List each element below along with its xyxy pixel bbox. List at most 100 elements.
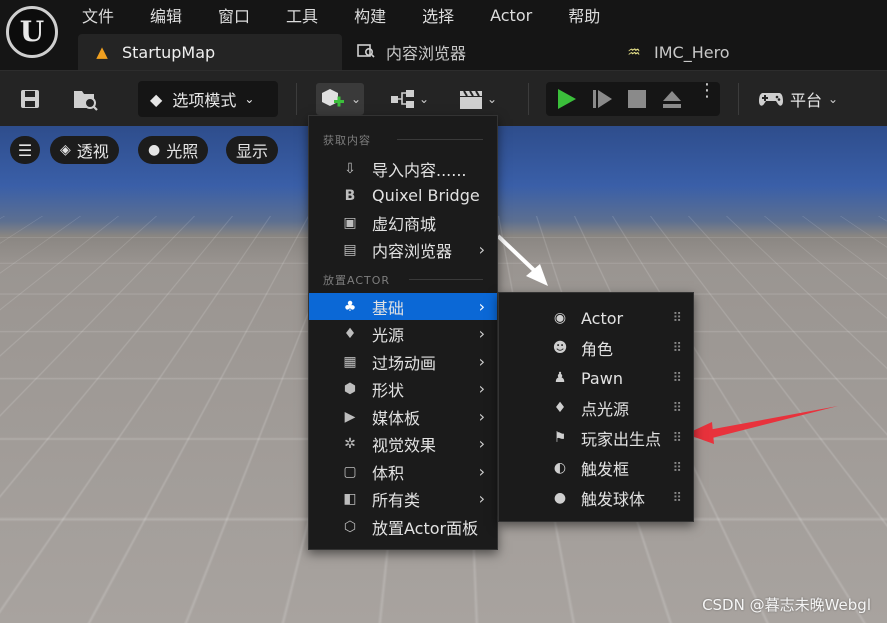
toolbar-separator: [528, 83, 529, 115]
menu-item-label: 所有类: [372, 490, 421, 510]
chevron-down-icon: ⌄: [418, 92, 430, 106]
submenu-item-label: 触发球体: [581, 490, 646, 509]
submenu-item-trigger-sphere[interactable]: ● 触发球体 ⠿: [499, 484, 693, 512]
menu-item-import[interactable]: ⇩ 导入内容......: [309, 155, 497, 182]
play-options-button[interactable]: ⋮: [698, 82, 716, 100]
tab-content-browser[interactable]: 内容浏览器: [342, 34, 610, 70]
tab-label: 内容浏览器: [386, 44, 467, 63]
trigger-sphere-icon: ●: [553, 490, 567, 506]
tab-startupmap[interactable]: ▲ StartupMap: [78, 34, 342, 70]
eject-button[interactable]: [660, 88, 684, 114]
menu-item-content-browser[interactable]: ▤ 内容浏览器 ›: [309, 236, 497, 263]
platform-dropdown[interactable]: 平台 ⌄: [758, 83, 838, 115]
section-divider: [397, 139, 483, 140]
selection-mode-label: 选项模式: [172, 91, 237, 110]
drag-handle-icon[interactable]: ⠿: [672, 371, 681, 386]
chevron-right-icon: ›: [478, 462, 485, 481]
menu-item-basic[interactable]: ♣ 基础 ›: [309, 293, 497, 320]
add-content-button[interactable]: ⌄: [316, 83, 364, 115]
section-get-content: 获取内容: [323, 134, 371, 147]
save-button[interactable]: [16, 85, 44, 113]
menu-item-label: 虚幻商城: [372, 214, 437, 234]
menu-item-vfx[interactable]: ✲ 视觉效果 ›: [309, 430, 497, 457]
menu-item-label: 基础: [372, 298, 405, 318]
chevron-right-icon: ›: [478, 240, 485, 259]
trigger-box-icon: ◐: [553, 460, 567, 476]
menu-item-place-actor-panel[interactable]: ⬡ 放置Actor面板: [309, 513, 497, 540]
drag-handle-icon[interactable]: ⠿: [672, 311, 681, 326]
menu-item-label: 过场动画: [372, 353, 437, 373]
menu-item-label: 光源: [372, 325, 405, 345]
vfx-icon: ✲: [344, 435, 356, 452]
menu-actor[interactable]: Actor: [490, 6, 532, 25]
submenu-item-point-light[interactable]: ♦ 点光源 ⠿: [499, 394, 693, 422]
advance-frame-button[interactable]: [590, 87, 614, 115]
menu-item-label: 视觉效果: [372, 435, 437, 455]
selection-mode-icon: ◆: [150, 89, 163, 109]
cinematics-button[interactable]: ⌄: [452, 83, 502, 115]
drag-handle-icon[interactable]: ⠿: [672, 491, 681, 506]
menu-item-shapes[interactable]: ⬢ 形状 ›: [309, 375, 497, 402]
menu-item-media[interactable]: ▶ 媒体板 ›: [309, 403, 497, 430]
section-place-actor: 放置ACTOR: [323, 274, 391, 287]
blueprint-button[interactable]: ⌄: [384, 83, 434, 115]
tab-imc-hero[interactable]: ♒ IMC_Hero: [610, 34, 810, 70]
drag-handle-icon[interactable]: ⠿: [672, 431, 681, 446]
stop-button[interactable]: [626, 88, 648, 114]
point-light-icon: ♦: [553, 400, 567, 416]
menu-help[interactable]: 帮助: [568, 3, 600, 27]
menu-edit[interactable]: 编辑: [150, 3, 182, 27]
menu-file[interactable]: 文件: [82, 3, 114, 27]
all-classes-icon: ◧: [343, 490, 357, 507]
selection-mode-dropdown[interactable]: ◆ 选项模式 ⌄: [138, 81, 278, 117]
menu-item-quixel-bridge[interactable]: B Quixel Bridge: [309, 182, 497, 209]
gamepad-icon: [759, 93, 783, 106]
submenu-item-trigger-box[interactable]: ◐ 触发框 ⠿: [499, 454, 693, 482]
chevron-right-icon: ›: [478, 379, 485, 398]
white-arrow: [496, 234, 548, 286]
content-browser-icon: ▤: [343, 241, 357, 258]
menu-tools[interactable]: 工具: [286, 3, 318, 27]
chevron-down-icon: ⌄: [350, 92, 362, 106]
submenu-item-character[interactable]: ☻ 角色 ⠿: [499, 334, 693, 362]
menu-window[interactable]: 窗口: [218, 3, 250, 27]
content-browser-icon: [356, 42, 376, 62]
menu-item-lights[interactable]: ♦ 光源 ›: [309, 320, 497, 347]
browse-button[interactable]: [70, 85, 100, 113]
chevron-down-icon: ⌄: [244, 92, 255, 106]
chevron-right-icon: ›: [478, 324, 485, 343]
drag-handle-icon[interactable]: ⠿: [672, 461, 681, 476]
basic-icon: ♣: [343, 298, 357, 315]
menu-item-volumes[interactable]: ▢ 体积 ›: [309, 458, 497, 485]
submenu-item-player-start[interactable]: ⚑ 玩家出生点 ⠿: [499, 424, 693, 452]
menu-item-marketplace[interactable]: ▣ 虚幻商城: [309, 209, 497, 236]
menu-item-cinematic[interactable]: ▦ 过场动画 ›: [309, 348, 497, 375]
menu-item-label: 导入内容......: [372, 160, 467, 180]
actor-icon: ◉: [553, 310, 567, 326]
drag-handle-icon[interactable]: ⠿: [672, 401, 681, 416]
submenu-item-label: 玩家出生点: [581, 430, 662, 449]
drag-handle-icon[interactable]: ⠿: [672, 341, 681, 356]
menu-item-label: 内容浏览器: [372, 241, 453, 261]
submenu-item-actor[interactable]: ◉ Actor ⠿: [499, 304, 693, 332]
menu-item-label: 媒体板: [372, 408, 421, 428]
submenu-item-label: 点光源: [581, 400, 630, 419]
submenu-item-label: Pawn: [581, 368, 623, 388]
add-actor-icon: [321, 89, 344, 107]
menu-item-all-classes[interactable]: ◧ 所有类 ›: [309, 485, 497, 512]
unreal-logo[interactable]: U: [6, 6, 58, 58]
submenu-item-label: 角色: [581, 340, 614, 359]
submenu-item-pawn[interactable]: ♟ Pawn ⠿: [499, 364, 693, 392]
play-button[interactable]: [554, 87, 578, 115]
toolbar-separator: [738, 83, 739, 115]
add-content-menu: 获取内容 ⇩ 导入内容...... B Quixel Bridge ▣ 虚幻商城…: [308, 115, 498, 550]
bridge-icon: B: [344, 187, 356, 204]
marketplace-icon: ▣: [343, 214, 357, 231]
menu-select[interactable]: 选择: [422, 3, 454, 27]
save-icon: [21, 90, 39, 108]
stop-icon: [628, 90, 646, 108]
watermark: CSDN @暮志未晚Webgl: [702, 596, 871, 614]
level-icon: ▲: [96, 43, 108, 61]
menu-item-label: 体积: [372, 463, 405, 483]
menu-build[interactable]: 构建: [354, 3, 386, 27]
